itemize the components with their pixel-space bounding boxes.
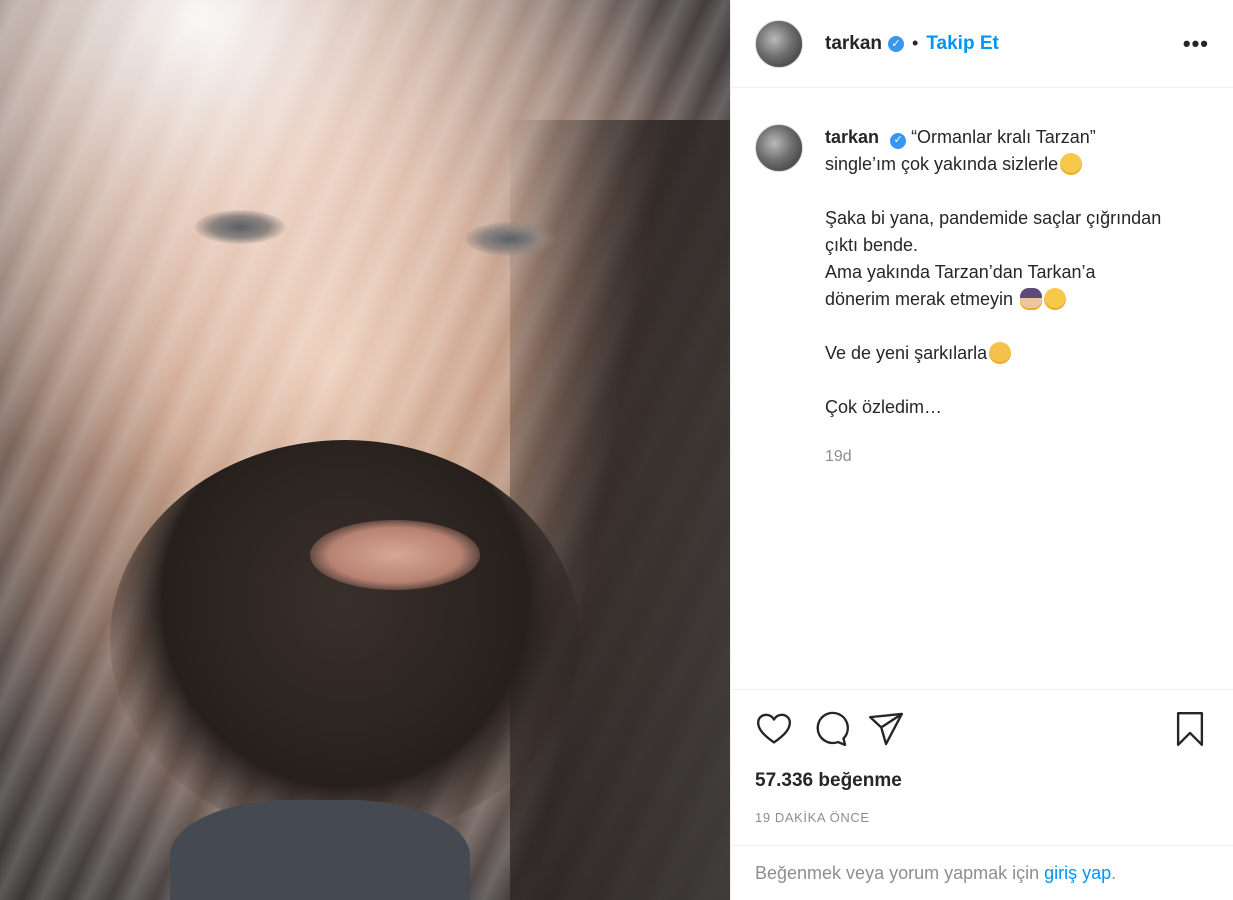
kiss-emoji-icon: [989, 342, 1012, 364]
login-prompt: Beğenmek veya yorum yapmak için giriş ya…: [731, 845, 1233, 900]
caption-paragraph-2: Şaka bi yana, pandemide saçlar çığrından…: [825, 205, 1209, 313]
comment-icon[interactable]: [811, 710, 849, 748]
more-options-icon[interactable]: •••: [1183, 31, 1209, 57]
caption-username[interactable]: tarkan: [825, 127, 879, 147]
bookmark-icon[interactable]: [1171, 710, 1209, 748]
wink-emoji-icon: [1044, 288, 1067, 310]
likes-count[interactable]: 57.336 beğenme: [755, 770, 1209, 792]
person-emoji-icon: [1020, 288, 1043, 310]
caption-text-2: single’ım çok yakında sizlerle: [825, 154, 1059, 174]
photo-lips: [310, 520, 480, 590]
caption-text-7: Ve de yeni şarkılarla: [825, 343, 988, 363]
caption-text-6: dönerim merak etmeyin: [825, 289, 1014, 309]
caption-paragraph-4: Çok özledim…: [825, 394, 1209, 421]
post-sidebar: tarkan ✓ • Takip Et ••• tarkan ✓ “Ormanl…: [730, 0, 1233, 900]
caption-area: tarkan ✓ “Ormanlar kralı Tarzan” single’…: [731, 88, 1233, 689]
action-icons: [755, 704, 1209, 754]
login-prompt-text: Beğenmek veya yorum yapmak için: [755, 862, 1040, 883]
caption-body: tarkan ✓ “Ormanlar kralı Tarzan” single’…: [825, 124, 1209, 470]
caption-avatar[interactable]: [755, 124, 803, 172]
photo-beard: [110, 440, 580, 840]
caption-row: tarkan ✓ “Ormanlar kralı Tarzan” single’…: [755, 124, 1209, 470]
caption-line-6: dönerim merak etmeyin: [825, 286, 1209, 313]
caption-text-8: Çok özledim…: [825, 397, 943, 417]
caption-text-4: çıktı bende.: [825, 235, 919, 255]
post-time[interactable]: 19 DAKİKA ÖNCE: [755, 810, 1209, 825]
caption-line-2: single’ım çok yakında sizlerle: [825, 151, 1209, 178]
caption-line-1: tarkan ✓ “Ormanlar kralı Tarzan”: [825, 124, 1209, 151]
post-header: tarkan ✓ • Takip Et •••: [731, 0, 1233, 88]
verified-badge-icon: ✓: [888, 35, 905, 52]
caption-text-3: Şaka bi yana, pandemide saçlar çığrından: [825, 208, 1162, 228]
caption-text-1: “Ormanlar kralı Tarzan”: [911, 127, 1096, 147]
follow-button[interactable]: Takip Et: [926, 33, 999, 55]
photo-eye-left: [195, 210, 285, 244]
photo-eye-right: [465, 222, 555, 256]
instagram-post: tarkan ✓ • Takip Et ••• tarkan ✓ “Ormanl…: [0, 0, 1233, 900]
login-suffix: .: [1111, 862, 1117, 883]
verified-badge-icon: ✓: [890, 132, 907, 149]
header-username[interactable]: tarkan: [825, 33, 882, 55]
heart-icon[interactable]: [755, 710, 793, 748]
caption-timestamp[interactable]: 19d: [825, 443, 1209, 470]
post-photo[interactable]: [0, 0, 730, 900]
caption-text-5: Ama yakında Tarzan’dan Tarkan’a: [825, 262, 1096, 282]
grimace-emoji-icon: [1060, 153, 1083, 175]
caption-paragraph-3: Ve de yeni şarkılarla: [825, 340, 1209, 367]
photo-shirt: [170, 800, 470, 900]
login-link[interactable]: giriş yap: [1044, 863, 1111, 884]
separator-dot: •: [912, 33, 919, 53]
actions-area: 57.336 beğenme 19 DAKİKA ÖNCE: [731, 689, 1233, 825]
send-icon[interactable]: [867, 710, 905, 748]
avatar[interactable]: [755, 19, 803, 68]
